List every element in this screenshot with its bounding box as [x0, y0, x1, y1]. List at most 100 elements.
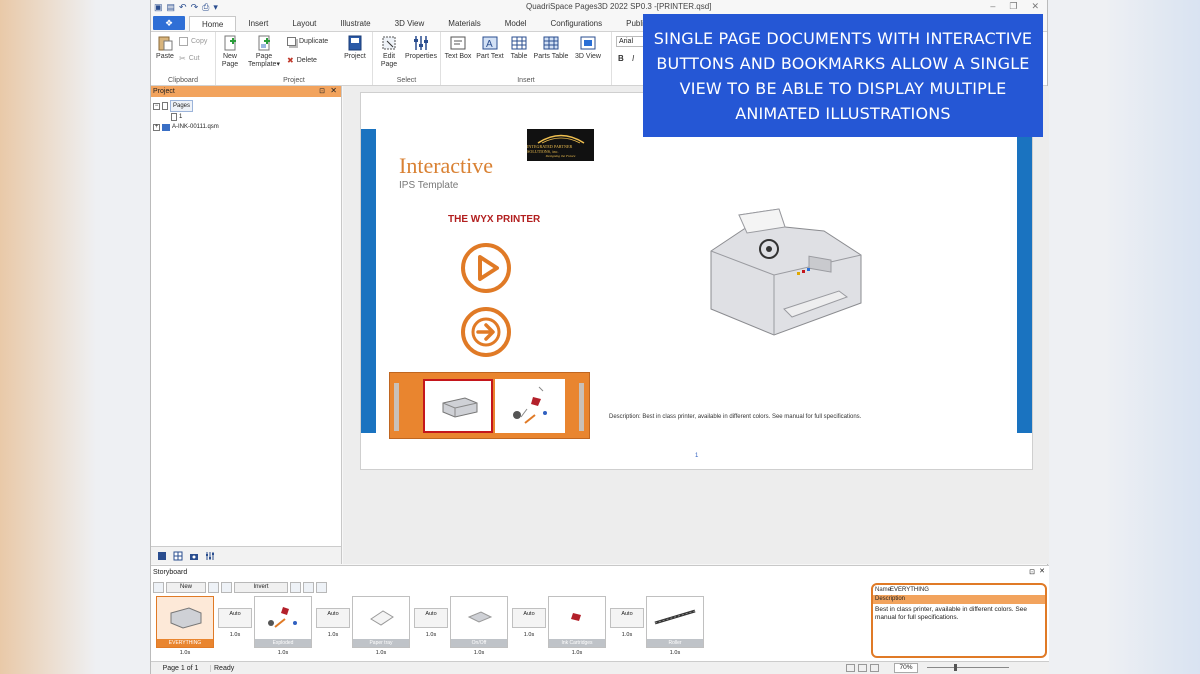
minimize-icon[interactable]: – — [990, 1, 995, 12]
delete-label: Delete — [296, 57, 317, 64]
step-properties-panel: Name EVERYTHING Description Best in clas… — [871, 583, 1047, 658]
transition-step[interactable]: Auto — [218, 608, 252, 628]
transition-time: 1.0s — [425, 632, 437, 638]
part-text-button[interactable]: A Part Text — [475, 35, 505, 61]
close-panel-icon[interactable]: ✕ — [330, 86, 337, 95]
project-button[interactable]: Project — [341, 35, 369, 61]
printer-3d-model[interactable] — [689, 205, 869, 345]
part-text-label: Part Text — [476, 53, 504, 60]
tree-item-model[interactable]: + A-INK-00111.qsm — [153, 122, 339, 132]
3d-view-button[interactable]: 3D View — [573, 35, 603, 61]
arrow-right-icon — [471, 317, 501, 347]
undo-icon[interactable]: ↶ — [179, 2, 187, 13]
redo-icon[interactable]: ↷ — [191, 2, 199, 13]
document-canvas[interactable]: INTEGRATED PARTNER SOLUTIONS, inc. Desig… — [343, 86, 1049, 564]
new-step-button[interactable]: New — [166, 581, 206, 593]
paste-button[interactable]: Paste — [153, 35, 177, 61]
grid-view-icon[interactable] — [173, 551, 183, 561]
transition-step[interactable]: Auto — [414, 608, 448, 628]
close-storyboard-icon[interactable]: ✕ — [1039, 567, 1045, 575]
storyboard-frame[interactable]: Exploded — [254, 596, 312, 648]
next-button[interactable] — [461, 307, 511, 357]
parts-table-button[interactable]: Parts Table — [531, 35, 571, 61]
strip-right-handle[interactable] — [579, 383, 584, 431]
settings-sliders-icon[interactable] — [205, 551, 215, 561]
tab-materials[interactable]: Materials — [436, 16, 492, 31]
zoom-slider-thumb[interactable] — [954, 664, 957, 671]
select-group-label: Select — [396, 77, 417, 84]
copy-button[interactable]: Copy — [179, 37, 207, 46]
storyboard-frame[interactable]: Roller — [646, 596, 704, 648]
tab-layout[interactable]: Layout — [280, 16, 328, 31]
update-icon[interactable] — [221, 581, 232, 593]
tab-model[interactable]: Model — [493, 16, 539, 31]
storyboard-frame[interactable]: Paper tray — [352, 596, 410, 648]
tab-insert[interactable]: Insert — [236, 16, 280, 31]
storyboard-title: Storyboard — [153, 569, 188, 576]
transition-step[interactable]: Auto — [610, 608, 644, 628]
bold-button[interactable]: B — [618, 54, 624, 63]
thumbnail-printer[interactable] — [423, 379, 493, 433]
collapse-icon[interactable]: − — [153, 102, 160, 110]
cut-button[interactable]: ✂ Cut — [179, 54, 200, 63]
play-button[interactable] — [461, 243, 511, 293]
project-panel-toolbar — [151, 546, 341, 564]
edit-page-button[interactable]: Edit Page — [377, 35, 401, 69]
storyboard-frame[interactable]: EVERYTHING — [156, 596, 214, 648]
tab-illustrate[interactable]: Illustrate — [328, 16, 382, 31]
layout-icon[interactable] — [316, 581, 327, 593]
tab-home[interactable]: Home — [189, 16, 237, 31]
zoom-slider[interactable] — [927, 667, 1009, 668]
restore-icon[interactable]: ❐ — [1009, 1, 1017, 12]
tab-configurations[interactable]: Configurations — [539, 16, 615, 31]
page-subtitle: IPS Template — [399, 180, 459, 191]
project-panel-title: Project — [153, 88, 175, 95]
pages-view-icon[interactable] — [157, 551, 167, 561]
page-view-icon[interactable] — [846, 664, 855, 672]
expand-icon[interactable]: + — [153, 123, 160, 131]
table-button[interactable]: Table — [507, 35, 531, 61]
file-menu-button[interactable]: ❖ — [153, 16, 185, 30]
duplicate-icon — [287, 37, 296, 46]
fit-icon[interactable] — [290, 581, 301, 593]
qat-dropdown-icon[interactable]: ▾ — [213, 2, 218, 13]
transition-label: Auto — [327, 611, 339, 617]
italic-button[interactable]: I — [632, 54, 634, 63]
tab-3d-view[interactable]: 3D View — [383, 16, 437, 31]
page-icon — [162, 102, 168, 110]
properties-button[interactable]: Properties — [403, 35, 439, 61]
grid-icon[interactable] — [303, 581, 314, 593]
tree-item-pages[interactable]: − Pages — [153, 100, 339, 112]
step-name-field[interactable]: EVERYTHING — [890, 587, 929, 593]
capture-icon[interactable] — [208, 581, 219, 593]
document-page[interactable]: INTEGRATED PARTNER SOLUTIONS, inc. Desig… — [360, 92, 1033, 470]
pin-icon[interactable]: ⊡ — [319, 87, 325, 95]
add-step-icon[interactable] — [153, 581, 164, 593]
tree-item-page-1[interactable]: 1 — [153, 112, 339, 122]
page-template-button[interactable]: Page Template▾ — [246, 35, 282, 69]
part-text-icon: A — [482, 36, 498, 50]
storyboard-frame[interactable]: Ink Cartridges — [548, 596, 606, 648]
fit-width-icon[interactable] — [858, 664, 867, 672]
storyboard-frame[interactable]: On/Off — [450, 596, 508, 648]
print-icon[interactable]: ⎙ — [202, 2, 209, 13]
thumbnail-exploded[interactable] — [495, 379, 565, 433]
fit-page-icon[interactable] — [870, 664, 879, 672]
close-icon[interactable]: ✕ — [1031, 1, 1039, 12]
duplicate-button[interactable]: Duplicate — [287, 37, 328, 46]
step-description-field[interactable]: Best in class printer, available in diff… — [873, 604, 1045, 624]
transition-label: Auto — [229, 611, 241, 617]
transition-step[interactable]: Auto — [316, 608, 350, 628]
parts-table-label: Parts Table — [533, 53, 569, 60]
pin-icon[interactable]: ⊡ — [1029, 568, 1035, 576]
invert-button[interactable]: Invert — [234, 581, 288, 593]
delete-button[interactable]: ✖ Delete — [287, 56, 317, 65]
text-box-button[interactable]: Text Box — [443, 35, 473, 61]
save-icon[interactable]: ▤ — [167, 2, 176, 13]
zoom-level[interactable]: 70% — [894, 663, 918, 673]
camera-icon[interactable] — [189, 551, 199, 561]
new-page-button[interactable]: New Page — [218, 35, 242, 69]
transition-step[interactable]: Auto — [512, 608, 546, 628]
edit-page-label-1: Edit — [382, 53, 396, 60]
strip-left-handle[interactable] — [394, 383, 399, 431]
